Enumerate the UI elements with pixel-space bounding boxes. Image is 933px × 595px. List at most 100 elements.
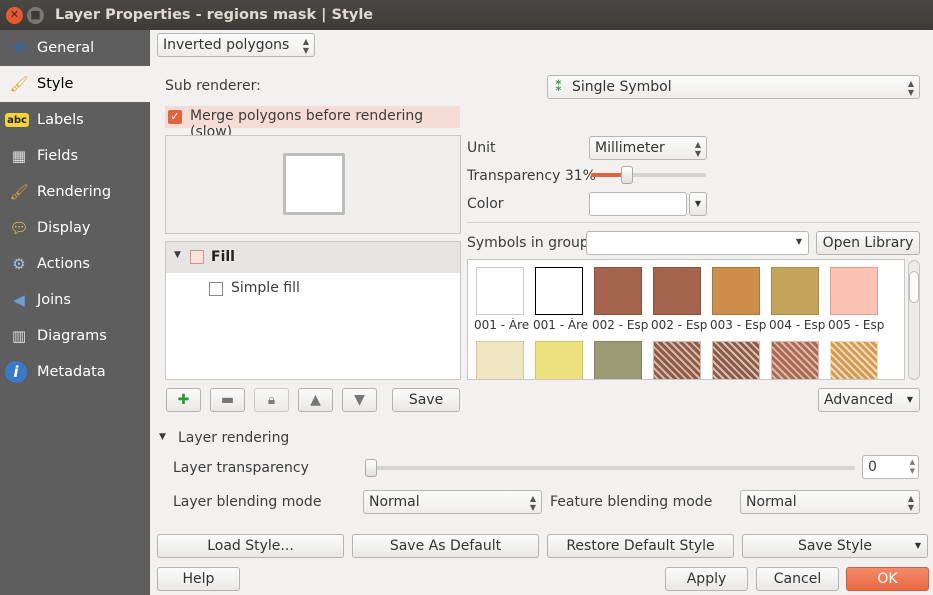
color-label: Color bbox=[467, 196, 504, 212]
sidebar-item-actions[interactable]: ⚙ Actions bbox=[0, 246, 150, 282]
sidebar-item-label: Metadata bbox=[37, 364, 106, 380]
collapse-icon[interactable]: ▼ bbox=[159, 432, 166, 442]
chevron-down-icon: ▼ bbox=[795, 237, 802, 246]
help-button[interactable]: Help bbox=[157, 567, 240, 591]
symbol-swatch[interactable] bbox=[653, 267, 701, 315]
lock-layer-button[interactable]: 🔒︎ bbox=[254, 388, 289, 412]
feature-blending-value: Normal bbox=[746, 494, 797, 510]
expand-icon[interactable]: ▼ bbox=[174, 250, 181, 260]
apply-button[interactable]: Apply bbox=[665, 567, 748, 591]
move-down-button[interactable]: ▼ bbox=[342, 388, 377, 412]
symbol-label: 004 - Esp bbox=[769, 318, 825, 332]
layer-transparency-slider[interactable] bbox=[365, 459, 855, 477]
sidebar-item-label: Labels bbox=[37, 112, 84, 128]
brush-icon: 🖌︎ bbox=[9, 183, 29, 201]
sidebar-item-general[interactable]: ⚒ General bbox=[0, 30, 150, 66]
symbol-swatch[interactable] bbox=[653, 341, 701, 379]
symbol-swatch[interactable] bbox=[712, 267, 760, 315]
ok-button[interactable]: OK bbox=[846, 567, 929, 591]
load-style-button[interactable]: Load Style... bbox=[157, 534, 344, 558]
sub-renderer-select[interactable]: ⁑ Single Symbol ▲ ▼ bbox=[547, 75, 920, 99]
symbol-swatch[interactable] bbox=[594, 341, 642, 379]
updown-icon: ▲ ▼ bbox=[907, 494, 914, 512]
symbol-swatch[interactable] bbox=[771, 267, 819, 315]
symbol-swatch[interactable] bbox=[594, 267, 642, 315]
open-library-button[interactable]: Open Library bbox=[816, 231, 920, 255]
feature-blending-label: Feature blending mode bbox=[550, 494, 713, 510]
fill-label: Fill bbox=[211, 249, 235, 265]
layer-blending-select[interactable]: Normal ▲ ▼ bbox=[363, 490, 542, 514]
transparency-handle[interactable] bbox=[620, 166, 633, 184]
renderer-select[interactable]: Inverted polygons ▲ ▼ bbox=[157, 33, 315, 57]
gear-icon: ⚙ bbox=[12, 255, 26, 273]
unit-label: Unit bbox=[467, 140, 496, 156]
paintbrush-icon: 🖌︎ bbox=[9, 75, 29, 93]
sidebar-item-metadata[interactable]: i Metadata bbox=[0, 354, 150, 390]
join-icon: ◀ bbox=[13, 291, 25, 309]
symbol-swatch[interactable] bbox=[535, 267, 583, 315]
symbol-swatch[interactable] bbox=[476, 341, 524, 379]
sidebar-item-diagrams[interactable]: ▥ Diagrams bbox=[0, 318, 150, 354]
lock-icon: 🔒︎ bbox=[267, 392, 276, 408]
merge-polygons-checkbox[interactable]: ✓ Merge polygons before rendering (slow) bbox=[165, 106, 460, 140]
chevron-down-icon: ▼ bbox=[914, 541, 921, 550]
advanced-label: Advanced bbox=[824, 392, 894, 408]
tree-item-fill[interactable]: ▼ Fill bbox=[166, 242, 460, 273]
sidebar-item-style[interactable]: 🖌︎ Style bbox=[0, 66, 150, 102]
save-as-default-button[interactable]: Save As Default bbox=[352, 534, 539, 558]
spin-icon[interactable]: ▲ ▼ bbox=[910, 458, 915, 476]
symbol-swatch[interactable] bbox=[535, 341, 583, 379]
sidebar-item-labels[interactable]: abc Labels bbox=[0, 102, 150, 138]
transparency-slider[interactable] bbox=[591, 166, 706, 184]
symbol-swatch[interactable] bbox=[830, 341, 878, 379]
symbol-label: 001 - Áre bbox=[533, 318, 589, 332]
color-dropdown-button[interactable]: ▼ bbox=[689, 192, 707, 216]
save-style-button[interactable]: Save Style ▼ bbox=[742, 534, 928, 558]
feature-blending-select[interactable]: Normal ▲ ▼ bbox=[740, 490, 920, 514]
close-icon[interactable]: ✕ bbox=[6, 7, 23, 24]
single-symbol-icon: ⁑ bbox=[555, 79, 563, 95]
updown-icon: ▲ ▼ bbox=[529, 494, 536, 512]
group-select[interactable]: ▼ bbox=[586, 231, 809, 255]
symbol-label: 003 - Esp bbox=[710, 318, 766, 332]
checkbox-checked-icon: ✓ bbox=[168, 110, 182, 124]
transparency-label: Transparency 31% bbox=[467, 168, 596, 184]
sidebar-item-display[interactable]: 💬︎ Display bbox=[0, 210, 150, 246]
layer-blending-value: Normal bbox=[369, 494, 420, 510]
layer-transparency-spinbox[interactable]: 0 ▲ ▼ bbox=[862, 455, 919, 479]
plus-icon: ✚ bbox=[177, 392, 190, 408]
sidebar-item-rendering[interactable]: 🖌︎ Rendering bbox=[0, 174, 150, 210]
symbol-swatch[interactable] bbox=[712, 341, 760, 379]
sidebar-item-label: Joins bbox=[37, 292, 71, 308]
sidebar-item-label: Diagrams bbox=[37, 328, 107, 344]
sub-renderer-label: Sub renderer: bbox=[165, 78, 261, 94]
add-layer-button[interactable]: ✚ bbox=[166, 388, 201, 412]
sidebar-item-joins[interactable]: ◀ Joins bbox=[0, 282, 150, 318]
sidebar: ⚒ General 🖌︎ Style abc Labels ▦ Fields 🖌︎ Renderi… bbox=[0, 30, 150, 595]
layer-rendering-title: Layer rendering bbox=[178, 430, 290, 446]
symbol-swatch[interactable] bbox=[476, 267, 524, 315]
remove-layer-button[interactable]: ▬ bbox=[210, 388, 245, 412]
symbol-layer-tree: ▼ Fill Simple fill bbox=[165, 241, 461, 380]
triangle-down-icon: ▼ bbox=[354, 392, 365, 408]
symbol-swatch[interactable] bbox=[771, 341, 819, 379]
layer-transparency-handle[interactable] bbox=[365, 459, 377, 477]
sidebar-item-fields[interactable]: ▦ Fields bbox=[0, 138, 150, 174]
restore-default-style-button[interactable]: Restore Default Style bbox=[547, 534, 734, 558]
simple-fill-label: Simple fill bbox=[231, 280, 300, 296]
symbol-grid-scrollbar[interactable] bbox=[908, 260, 920, 380]
color-button[interactable] bbox=[589, 192, 687, 216]
fill-swatch-icon bbox=[190, 250, 204, 264]
move-up-button[interactable]: ▲ bbox=[298, 388, 333, 412]
sidebar-item-label: General bbox=[37, 40, 95, 56]
updown-icon: ▲ ▼ bbox=[694, 140, 701, 158]
unit-select[interactable]: Millimeter ▲ ▼ bbox=[589, 136, 707, 160]
cancel-button[interactable]: Cancel bbox=[756, 567, 839, 591]
sidebar-item-label: Display bbox=[37, 220, 91, 236]
save-symbol-button[interactable]: Save bbox=[392, 388, 460, 412]
symbol-swatch[interactable] bbox=[830, 267, 878, 315]
scrollbar-thumb[interactable] bbox=[909, 271, 919, 303]
minimize-icon[interactable]: ■ bbox=[27, 7, 44, 24]
tree-item-simple-fill[interactable]: Simple fill bbox=[166, 278, 460, 302]
advanced-button[interactable]: Advanced ▼ bbox=[818, 388, 920, 412]
